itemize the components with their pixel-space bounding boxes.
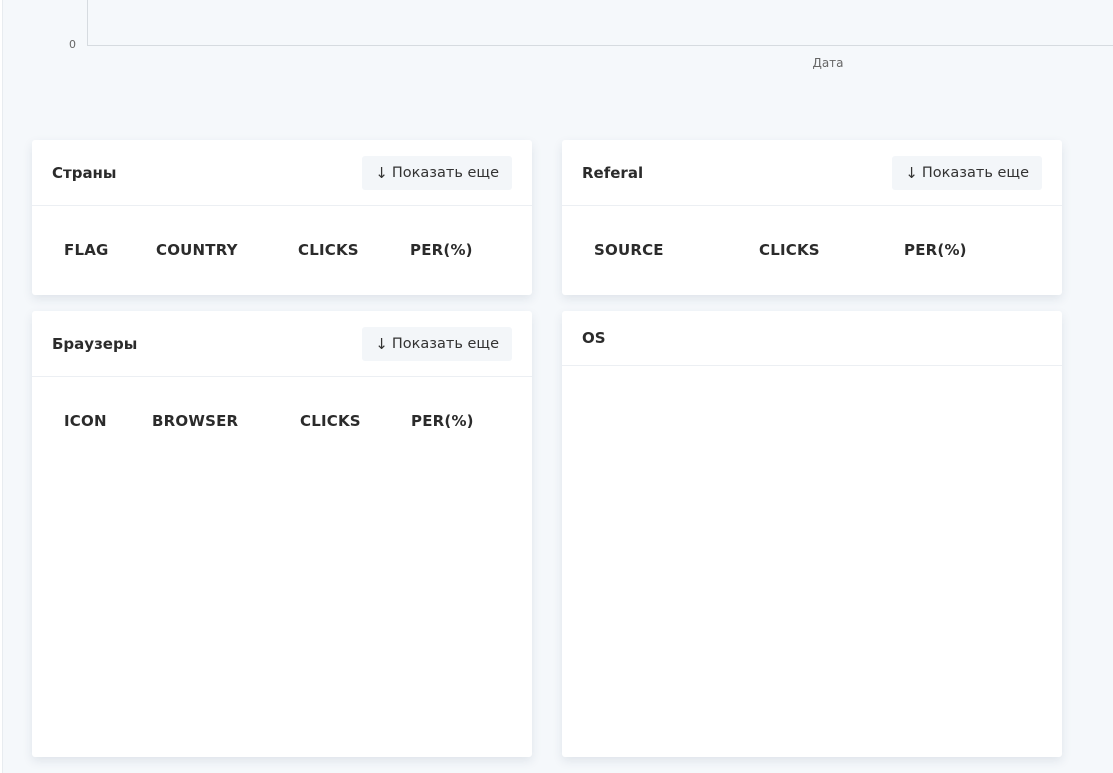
referal-panel: Referal ↓ Показать еще SOURCE CLICKS PER… <box>562 140 1062 295</box>
browsers-panel: Браузеры ↓ Показать еще ICON BROWSER CLI… <box>32 311 532 757</box>
show-more-button[interactable]: ↓ Показать еще <box>362 156 512 190</box>
column-header[interactable]: FLAG <box>64 241 109 259</box>
column-header[interactable]: ICON <box>64 412 107 430</box>
column-header[interactable]: CLICKS <box>298 241 359 259</box>
countries-panel-header: Страны ↓ Показать еще <box>32 140 532 206</box>
column-header[interactable]: PER(%) <box>904 241 967 259</box>
table-header: ICON BROWSER CLICKS PER(%) <box>32 377 532 465</box>
panel-title: Referal <box>582 164 644 182</box>
sidebar-edge <box>0 0 3 773</box>
clicks-chart: 0 Дата <box>0 0 1113 80</box>
column-header[interactable]: CLICKS <box>759 241 820 259</box>
show-more-button[interactable]: ↓ Показать еще <box>892 156 1042 190</box>
page: 0 Дата Страны ↓ Показать еще FLAG COUNTR… <box>0 0 1113 773</box>
panel-title: Браузеры <box>52 335 138 353</box>
y-tick-label: 0 <box>69 38 76 51</box>
os-panel-header: OS <box>562 311 1062 366</box>
show-more-label: Показать еще <box>921 165 1029 181</box>
panel-title: Страны <box>52 164 117 182</box>
browsers-panel-header: Браузеры ↓ Показать еще <box>32 311 532 377</box>
countries-panel: Страны ↓ Показать еще FLAG COUNTRY CLICK… <box>32 140 532 295</box>
show-more-label: Показать еще <box>391 336 499 352</box>
table-header: FLAG COUNTRY CLICKS PER(%) <box>32 206 532 294</box>
show-more-label: Показать еще <box>391 165 499 181</box>
panel-title: OS <box>582 329 606 347</box>
referal-panel-header: Referal ↓ Показать еще <box>562 140 1062 206</box>
arrow-down-icon: ↓ <box>375 334 388 353</box>
arrow-down-icon: ↓ <box>905 163 918 182</box>
column-header[interactable]: CLICKS <box>300 412 361 430</box>
column-header[interactable]: PER(%) <box>411 412 474 430</box>
table-header: SOURCE CLICKS PER(%) <box>562 206 1062 294</box>
x-axis <box>87 45 1113 46</box>
column-header[interactable]: COUNTRY <box>156 241 238 259</box>
show-more-button[interactable]: ↓ Показать еще <box>362 327 512 361</box>
arrow-down-icon: ↓ <box>375 163 388 182</box>
y-axis <box>87 0 88 46</box>
column-header[interactable]: SOURCE <box>594 241 664 259</box>
column-header[interactable]: PER(%) <box>410 241 473 259</box>
os-panel: OS <box>562 311 1062 757</box>
column-header[interactable]: BROWSER <box>152 412 238 430</box>
x-axis-label: Дата <box>812 56 844 70</box>
